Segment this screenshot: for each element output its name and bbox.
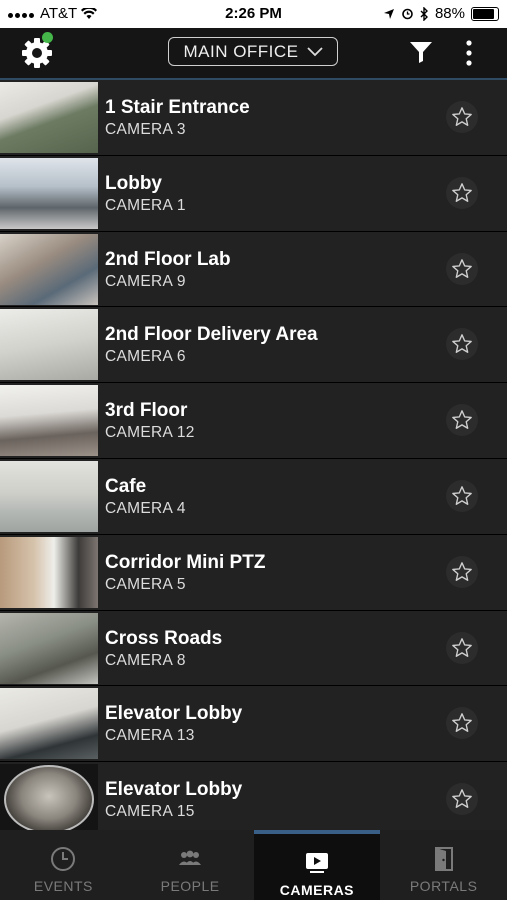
camera-number: CAMERA 13 <box>105 727 195 745</box>
favorite-star-icon[interactable] <box>446 176 478 209</box>
tab-portals[interactable]: PORTALS <box>380 830 507 900</box>
favorite-star-icon[interactable] <box>446 328 478 361</box>
camera-number: CAMERA 15 <box>105 803 195 821</box>
favorite-star-icon[interactable] <box>446 252 478 285</box>
camera-name: Corridor Mini PTZ <box>105 551 266 573</box>
camera-name: 1 Stair Entrance <box>105 97 250 118</box>
tab-label: EVENTS <box>33 878 93 894</box>
filter-icon[interactable] <box>409 40 433 64</box>
camera-name: Elevator Lobby <box>105 703 243 725</box>
camera-name: 2nd Floor Delivery Area <box>105 324 318 346</box>
camera-thumbnail <box>0 688 98 760</box>
tab-events[interactable]: EVENTS <box>0 830 127 900</box>
location-label: MAIN OFFICE <box>183 41 299 61</box>
tab-label: CAMERAS <box>279 882 355 898</box>
camera-row[interactable]: Cross Roads CAMERA 8 <box>0 610 507 687</box>
chevron-down-icon <box>306 46 323 56</box>
camera-number: CAMERA 9 <box>105 272 186 290</box>
camera-row[interactable]: Corridor Mini PTZ CAMERA 5 <box>0 534 507 611</box>
door-icon <box>434 847 453 871</box>
app-header: MAIN OFFICE <box>0 28 507 80</box>
camera-row[interactable]: 2nd Floor Lab CAMERA 9 <box>0 231 507 308</box>
people-icon <box>179 850 202 865</box>
status-right-group: 88% <box>383 5 499 22</box>
camera-name: Lobby <box>105 172 162 194</box>
favorite-star-icon[interactable] <box>446 101 478 133</box>
tab-cameras[interactable]: CAMERAS <box>253 830 381 900</box>
battery-icon <box>471 6 499 21</box>
favorite-star-icon[interactable] <box>446 555 478 588</box>
camera-list: 1 Stair Entrance CAMERA 3 Lobby CAMERA 1… <box>0 80 507 830</box>
favorite-star-icon[interactable] <box>446 404 478 437</box>
camera-number: CAMERA 8 <box>105 651 186 669</box>
camera-number: CAMERA 5 <box>105 575 186 593</box>
camera-thumbnail <box>0 157 98 229</box>
camera-number: CAMERA 4 <box>105 499 186 517</box>
camera-thumbnail <box>0 385 98 457</box>
tab-label: PEOPLE <box>160 878 220 894</box>
more-options-icon[interactable] <box>462 40 476 66</box>
camera-row[interactable]: Lobby CAMERA 1 <box>0 155 507 232</box>
camera-name: 2nd Floor Lab <box>105 248 231 270</box>
camera-row[interactable]: 1 Stair Entrance CAMERA 3 <box>0 80 507 156</box>
bottom-tab-bar: EVENTS PEOPLE CAMERAS PORTALS <box>0 830 507 900</box>
favorite-star-icon[interactable] <box>446 631 478 664</box>
camera-thumbnail <box>0 460 98 532</box>
camera-name: Cross Roads <box>105 627 223 649</box>
camera-row[interactable]: 2nd Floor Delivery Area CAMERA 6 <box>0 307 507 384</box>
battery-percent: 88% <box>434 5 465 22</box>
camera-row[interactable]: 3rd Floor CAMERA 12 <box>0 383 507 459</box>
notification-dot <box>42 32 53 43</box>
alarm-icon <box>402 8 413 20</box>
camera-thumbnail <box>0 233 98 305</box>
camera-row[interactable]: Elevator Lobby CAMERA 15 <box>0 762 507 830</box>
status-bar: AT&T 2:26 PM 88% <box>0 0 507 28</box>
camera-thumbnail <box>0 764 98 830</box>
camera-thumbnail <box>0 309 98 381</box>
location-arrow-icon <box>383 8 394 19</box>
location-dropdown[interactable]: MAIN OFFICE <box>168 37 338 66</box>
camera-name: 3rd Floor <box>105 400 188 422</box>
camera-number: CAMERA 6 <box>105 348 186 366</box>
camera-number: CAMERA 1 <box>105 196 186 214</box>
fisheye-view <box>4 765 94 830</box>
camera-name: Elevator Lobby <box>105 779 243 801</box>
camera-thumbnail <box>0 536 98 608</box>
camera-number: CAMERA 3 <box>105 121 186 138</box>
camera-thumbnail <box>0 82 98 153</box>
favorite-star-icon[interactable] <box>446 783 478 816</box>
favorite-star-icon[interactable] <box>446 479 478 512</box>
favorite-star-icon[interactable] <box>446 707 478 740</box>
camera-name: Cafe <box>105 475 147 497</box>
tab-people[interactable]: PEOPLE <box>127 830 254 900</box>
camera-icon <box>305 853 328 873</box>
camera-number: CAMERA 12 <box>105 424 195 442</box>
bluetooth-icon <box>420 6 428 21</box>
clock-icon <box>51 847 76 871</box>
camera-row[interactable]: Elevator Lobby CAMERA 13 <box>0 686 507 763</box>
camera-row[interactable]: Cafe CAMERA 4 <box>0 458 507 535</box>
camera-thumbnail <box>0 612 98 684</box>
tab-label: PORTALS <box>409 878 478 894</box>
